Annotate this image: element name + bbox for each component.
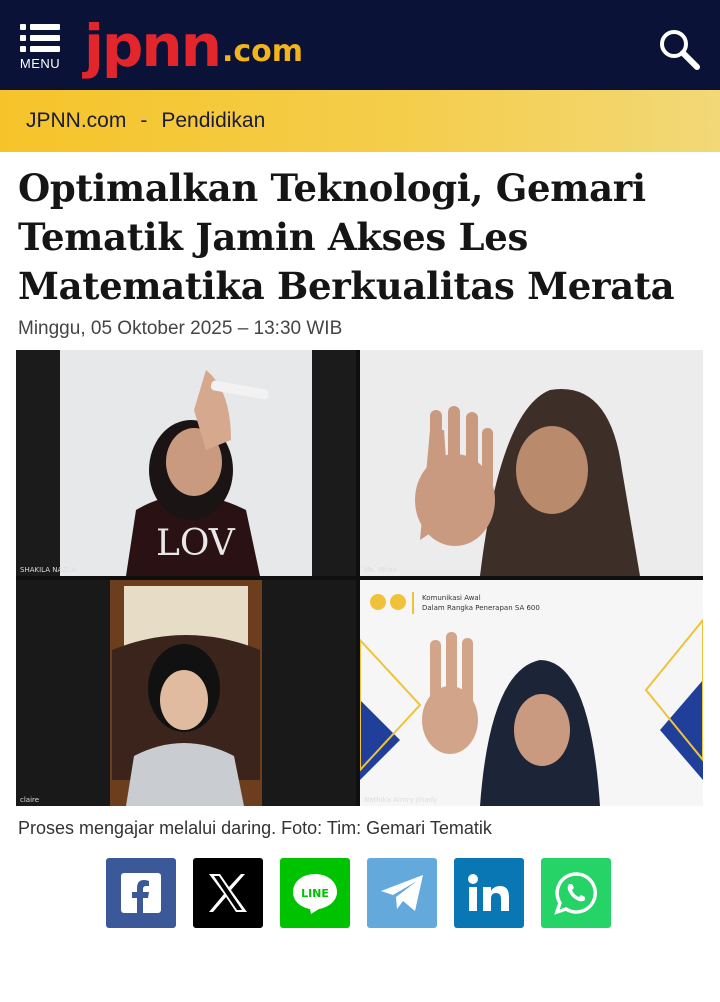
- share-whatsapp-button[interactable]: [541, 858, 611, 928]
- slide-line-2: Dalam Rangka Penerapan SA 600: [422, 604, 540, 612]
- breadcrumb-separator: -: [140, 109, 148, 132]
- line-label: LINE: [301, 887, 329, 900]
- participant-name: Ms. Milaa: [364, 566, 397, 574]
- site-header: MENU jpnn .com: [0, 0, 720, 90]
- line-icon: LINE: [293, 874, 337, 914]
- video-tile-student-2: claire: [16, 580, 356, 806]
- linkedin-icon: [468, 874, 509, 911]
- participant-name: SHAKILA NAZLA: [20, 566, 76, 574]
- photo-caption: Proses mengajar melalui daring. Foto: Ti…: [18, 818, 492, 838]
- slide-line-1: Komunikasi Awal: [422, 594, 481, 602]
- video-tile-student-3: Komunikasi Awal Dalam Rangka Penerapan S…: [360, 580, 703, 806]
- video-tile-teacher: Ms. Milaa: [360, 350, 703, 576]
- search-icon: [660, 30, 700, 70]
- share-facebook-button[interactable]: [106, 858, 176, 928]
- student-3-illustration: Komunikasi Awal Dalam Rangka Penerapan S…: [360, 580, 703, 806]
- search-button[interactable]: [656, 26, 702, 72]
- share-telegram-button[interactable]: [367, 858, 437, 928]
- x-icon: [209, 874, 247, 912]
- article-photo: LOV SHAKILA NAZLA Ms. Milaa claire Komun…: [16, 350, 703, 806]
- article-title: Optimalkan Teknologi, Gemari Tematik Jam…: [18, 166, 675, 308]
- telegram-icon: [381, 875, 423, 911]
- hamburger-icon: [20, 24, 60, 52]
- participant-name: claire: [20, 796, 40, 804]
- video-tile-student-1: LOV SHAKILA NAZLA: [16, 350, 356, 576]
- whatsapp-icon: [554, 872, 597, 915]
- participant-name: Nathika Almry Jihady: [364, 796, 438, 804]
- student-1-illustration: LOV: [16, 350, 356, 576]
- breadcrumb-home[interactable]: JPNN.com: [26, 109, 126, 133]
- logo-tld: .com: [221, 33, 304, 69]
- share-line-button[interactable]: LINE: [280, 858, 350, 928]
- site-logo[interactable]: jpnn .com: [84, 10, 314, 82]
- share-x-button[interactable]: [193, 858, 263, 928]
- shirt-text: LOV: [156, 523, 236, 564]
- share-linkedin-button[interactable]: [454, 858, 524, 928]
- student-2-illustration: [16, 580, 356, 806]
- share-bar: LINE: [106, 858, 616, 928]
- menu-label: MENU: [19, 56, 61, 71]
- breadcrumb-section[interactable]: Pendidikan: [161, 109, 265, 133]
- teacher-illustration: [360, 350, 703, 576]
- breadcrumb: JPNN.com - Pendidikan: [0, 90, 720, 152]
- article-date: Minggu, 05 Oktober 2025 – 13:30 WIB: [18, 318, 343, 339]
- facebook-icon: [121, 873, 161, 913]
- menu-button[interactable]: MENU: [16, 22, 64, 74]
- logo-brand: jpnn: [84, 12, 222, 80]
